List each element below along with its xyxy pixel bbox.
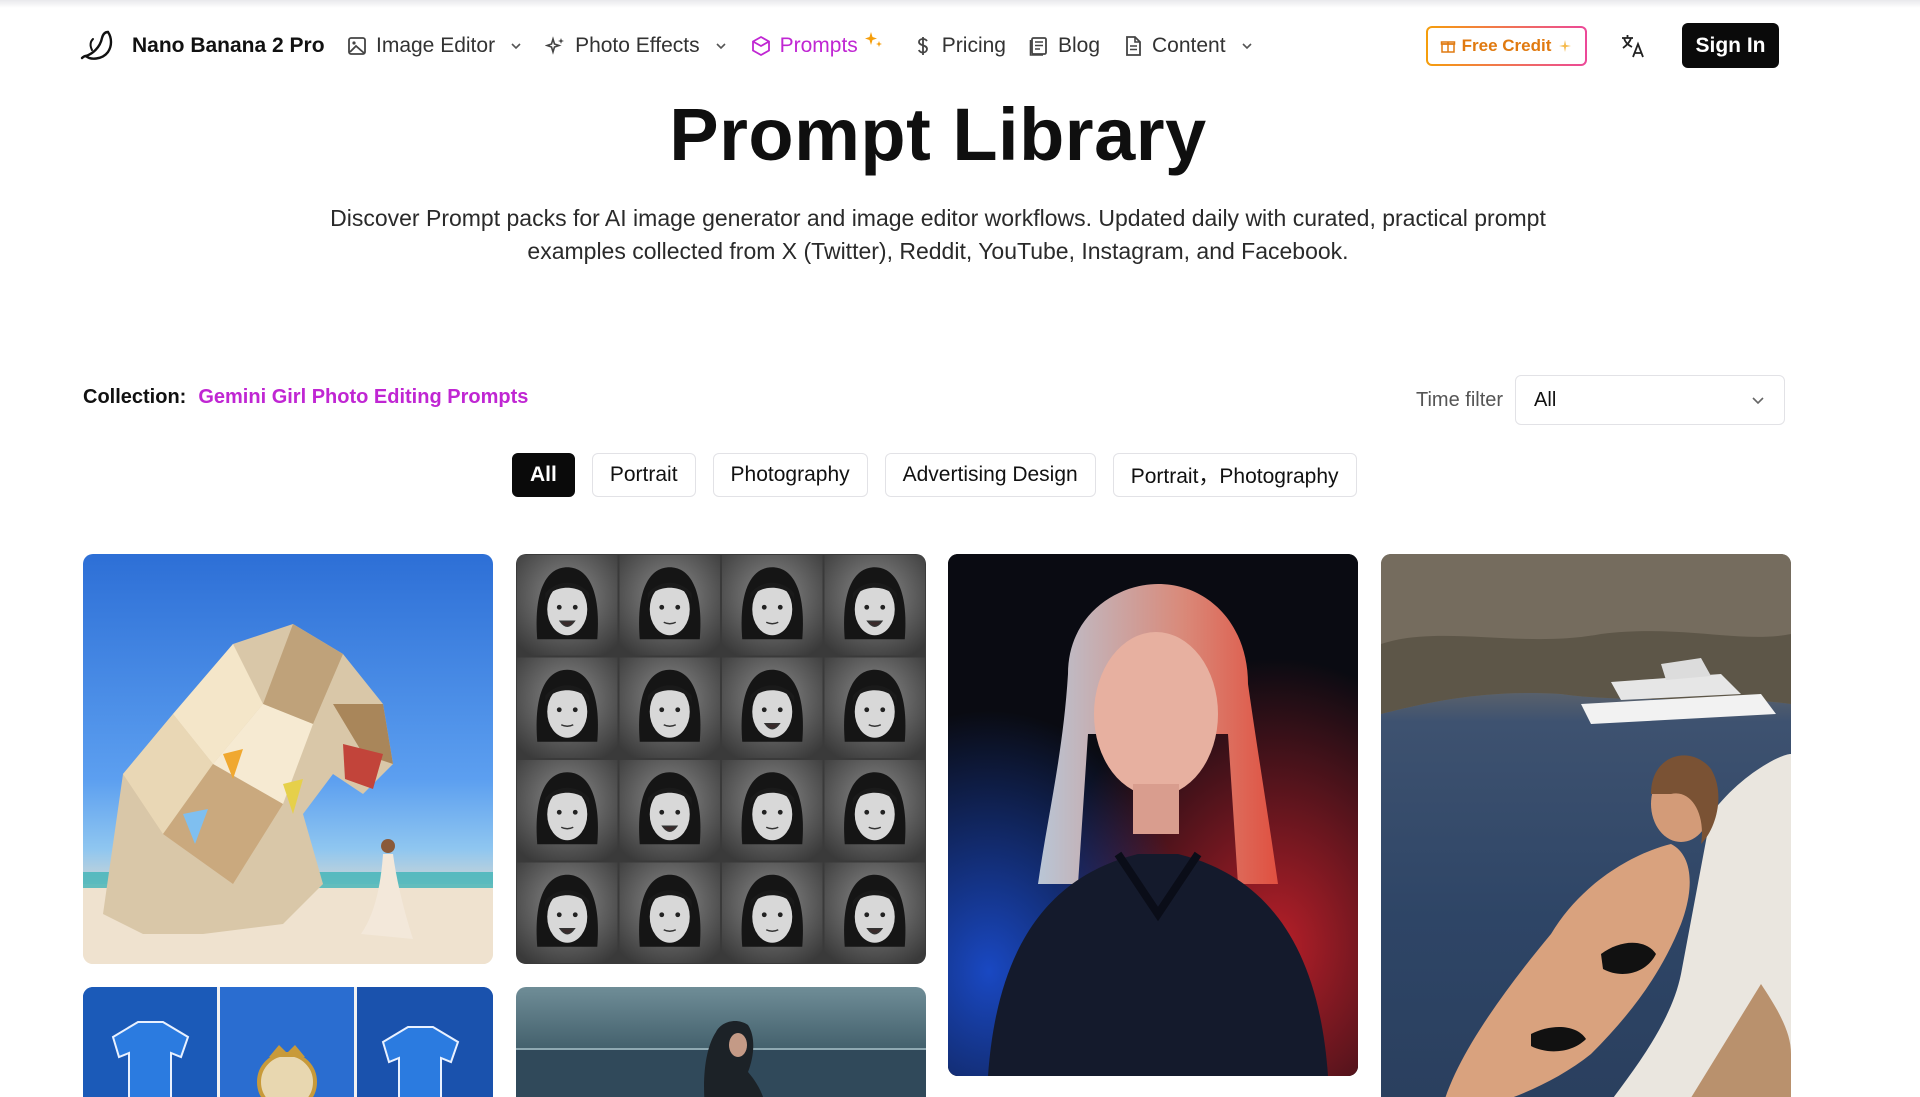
- prompt-card-jersey-ad[interactable]: [83, 987, 493, 1097]
- nav-content[interactable]: Content: [1122, 34, 1254, 58]
- sparkle-icon: [1559, 40, 1572, 52]
- prompt-card-red-blue-portrait[interactable]: [948, 554, 1358, 1076]
- nav-blog-label: Blog: [1057, 34, 1101, 57]
- top-shadow: [0, 0, 1920, 8]
- tag-portrait-photography[interactable]: Portrait，Photography: [1112, 453, 1357, 497]
- nav-photo-effects-label: Photo Effects: [575, 34, 700, 57]
- time-filter-label: Time filter: [1416, 388, 1504, 411]
- tag-photography[interactable]: Photography: [712, 453, 868, 497]
- crystal-lion-image: [83, 624, 493, 964]
- nav-image-editor[interactable]: Image Editor: [346, 34, 523, 58]
- main-nav: Image Editor Photo Effects Prompts Prici…: [346, 20, 1276, 72]
- jersey-ad-image: [83, 987, 493, 1097]
- prompt-card-ocean-portrait[interactable]: [516, 987, 926, 1097]
- book-icon: [1029, 37, 1047, 56]
- page-title: Prompt Library: [669, 93, 1207, 176]
- prompt-card-expression-grid[interactable]: [516, 554, 926, 964]
- dollar-icon: [917, 37, 928, 55]
- chevron-down-icon: [716, 43, 726, 50]
- page-description: Discover Prompt packs for AI image gener…: [330, 205, 1546, 264]
- nav-prompts-label: Prompts: [779, 34, 858, 57]
- document-icon: [1126, 36, 1141, 56]
- chevron-down-icon: [511, 43, 521, 50]
- tag-advertising-design[interactable]: Advertising Design: [884, 453, 1096, 497]
- nav-content-label: Content: [1152, 34, 1226, 57]
- header: Nano Banana 2 Pro Image Editor Photo Eff…: [0, 20, 1920, 72]
- gift-icon: [1440, 41, 1455, 53]
- chevron-down-icon: [1752, 397, 1764, 405]
- nav-pricing[interactable]: Pricing: [912, 34, 1006, 58]
- cube-icon: [751, 35, 770, 57]
- nav-prompts[interactable]: Prompts: [750, 32, 884, 58]
- collection-link[interactable]: Gemini Girl Photo Editing Prompts: [198, 386, 528, 409]
- sparkle-badge-icon: [864, 32, 882, 47]
- nav-pricing-label: Pricing: [941, 34, 1006, 57]
- brand[interactable]: Nano Banana 2 Pro: [78, 26, 325, 66]
- image-icon: [348, 37, 366, 55]
- tag-filter-list: All Portrait Photography Advertising Des…: [512, 453, 1357, 497]
- brand-name: Nano Banana 2 Pro: [132, 34, 325, 57]
- prompt-card-crystal-lion[interactable]: [83, 554, 493, 964]
- time-filter-select[interactable]: All: [1515, 375, 1786, 425]
- yacht-beach-image: [1381, 554, 1791, 1097]
- nav-image-editor-label: Image Editor: [376, 34, 496, 57]
- free-credit-label: Free Credit: [1461, 36, 1552, 55]
- tag-portrait[interactable]: Portrait: [591, 453, 696, 497]
- expression-grid-image: [517, 555, 925, 963]
- red-blue-portrait-image: [948, 554, 1358, 1076]
- collection-label: Collection:: [83, 386, 187, 408]
- time-filter: Time filter All: [1416, 375, 1786, 425]
- free-credit-button[interactable]: Free Credit: [1426, 26, 1587, 66]
- translate-icon[interactable]: [1619, 32, 1647, 60]
- prompt-card-yacht-beach[interactable]: [1381, 554, 1791, 1097]
- time-filter-value: All: [1534, 388, 1557, 411]
- tag-all[interactable]: All: [512, 453, 575, 497]
- collection-row: Collection: Gemini Girl Photo Editing Pr…: [83, 386, 528, 409]
- chevron-down-icon: [1242, 43, 1252, 50]
- sign-in-button[interactable]: Sign In: [1682, 23, 1779, 68]
- nav-blog[interactable]: Blog: [1028, 34, 1100, 58]
- banana-logo-icon: [80, 30, 113, 60]
- ocean-portrait-image: [516, 1021, 926, 1097]
- nav-photo-effects[interactable]: Photo Effects: [545, 34, 728, 58]
- sparkles-icon: [545, 36, 565, 55]
